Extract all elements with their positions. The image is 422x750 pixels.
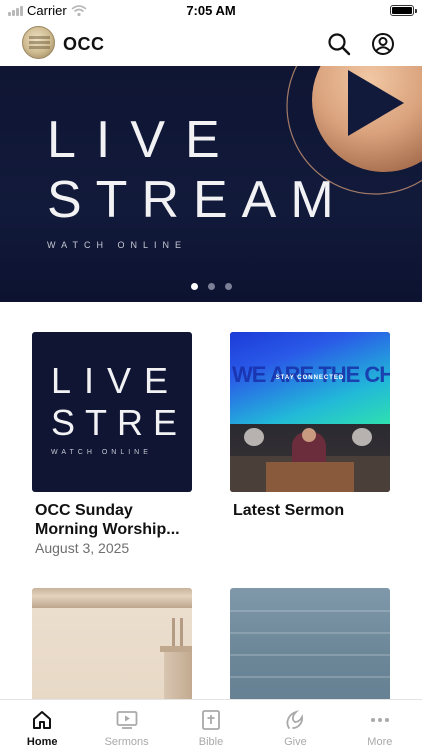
give-icon	[286, 710, 304, 729]
flowers	[244, 428, 264, 446]
hero-title-line1: LIVE	[47, 111, 240, 169]
tab-label: More	[367, 736, 393, 748]
video-icon	[116, 711, 138, 729]
tab-label: Bible	[198, 736, 224, 748]
tab-label: Sermons	[104, 736, 149, 748]
more-icon	[370, 718, 389, 722]
card-thumbnail[interactable]: LIVE STRE WATCH ONLINE	[32, 332, 192, 492]
card-thumbnail[interactable]: WE ARE THE CHURCH STAY CONNECTED	[230, 332, 390, 492]
app-header: OCC	[0, 22, 422, 66]
wave	[230, 610, 390, 612]
carousel-dot[interactable]	[224, 283, 232, 290]
hero-title-line2: STREAM	[47, 171, 348, 229]
status-time: 7:05 AM	[186, 3, 236, 18]
tab-more[interactable]: More	[338, 700, 422, 750]
carousel-dot[interactable]	[190, 283, 198, 290]
card-title[interactable]: Latest Sermon	[230, 501, 390, 520]
candle	[180, 618, 183, 646]
media-card-worship[interactable]: LIVE STRE WATCH ONLINE OCC Sunday Mornin…	[32, 332, 192, 556]
sermon-banner-subtitle: STAY CONNECTED	[275, 375, 345, 381]
home-icon	[33, 711, 52, 729]
candle	[172, 618, 175, 646]
tab-home[interactable]: Home	[0, 700, 84, 750]
tab-label: Give	[284, 736, 307, 748]
search-icon[interactable]	[327, 32, 351, 56]
media-card-latest-sermon[interactable]: WE ARE THE CHURCH STAY CONNECTED Latest …	[230, 332, 390, 520]
hero-subtitle: WATCH ONLINE	[47, 240, 188, 250]
card-date: August 3, 2025	[35, 540, 130, 556]
sermon-banner: WE ARE THE CHURCH STAY CONNECTED	[230, 332, 390, 424]
thumb-title-line2: STRE	[51, 402, 188, 443]
wall-molding	[32, 588, 192, 608]
pulpit	[266, 462, 354, 492]
bible-icon	[202, 710, 220, 730]
carousel-dot[interactable]	[207, 283, 215, 290]
flowers	[352, 428, 372, 446]
battery-icon	[390, 5, 417, 16]
wave	[230, 654, 390, 656]
carousel-dots[interactable]	[0, 283, 422, 290]
tab-bar: Home Sermons Bible Give More	[0, 699, 422, 750]
card-title[interactable]: OCC Sunday Morning Worship...	[32, 501, 192, 539]
preacher-head	[302, 428, 316, 442]
tab-bible[interactable]: Bible	[169, 700, 253, 750]
hero-banner[interactable]: LIVE STREAM WATCH ONLINE	[0, 66, 422, 302]
wave	[230, 632, 390, 634]
church-logo[interactable]	[22, 26, 55, 59]
thumb-title-line1: LIVE	[51, 360, 182, 401]
status-bar: Carrier 7:05 AM	[0, 0, 422, 22]
account-icon[interactable]	[371, 32, 395, 56]
thumb-subtitle: WATCH ONLINE	[51, 449, 152, 456]
tab-sermons[interactable]: Sermons	[84, 700, 168, 750]
tab-label: Home	[26, 736, 58, 748]
tab-give[interactable]: Give	[253, 700, 337, 750]
wave	[230, 676, 390, 678]
app-title: OCC	[63, 34, 105, 54]
